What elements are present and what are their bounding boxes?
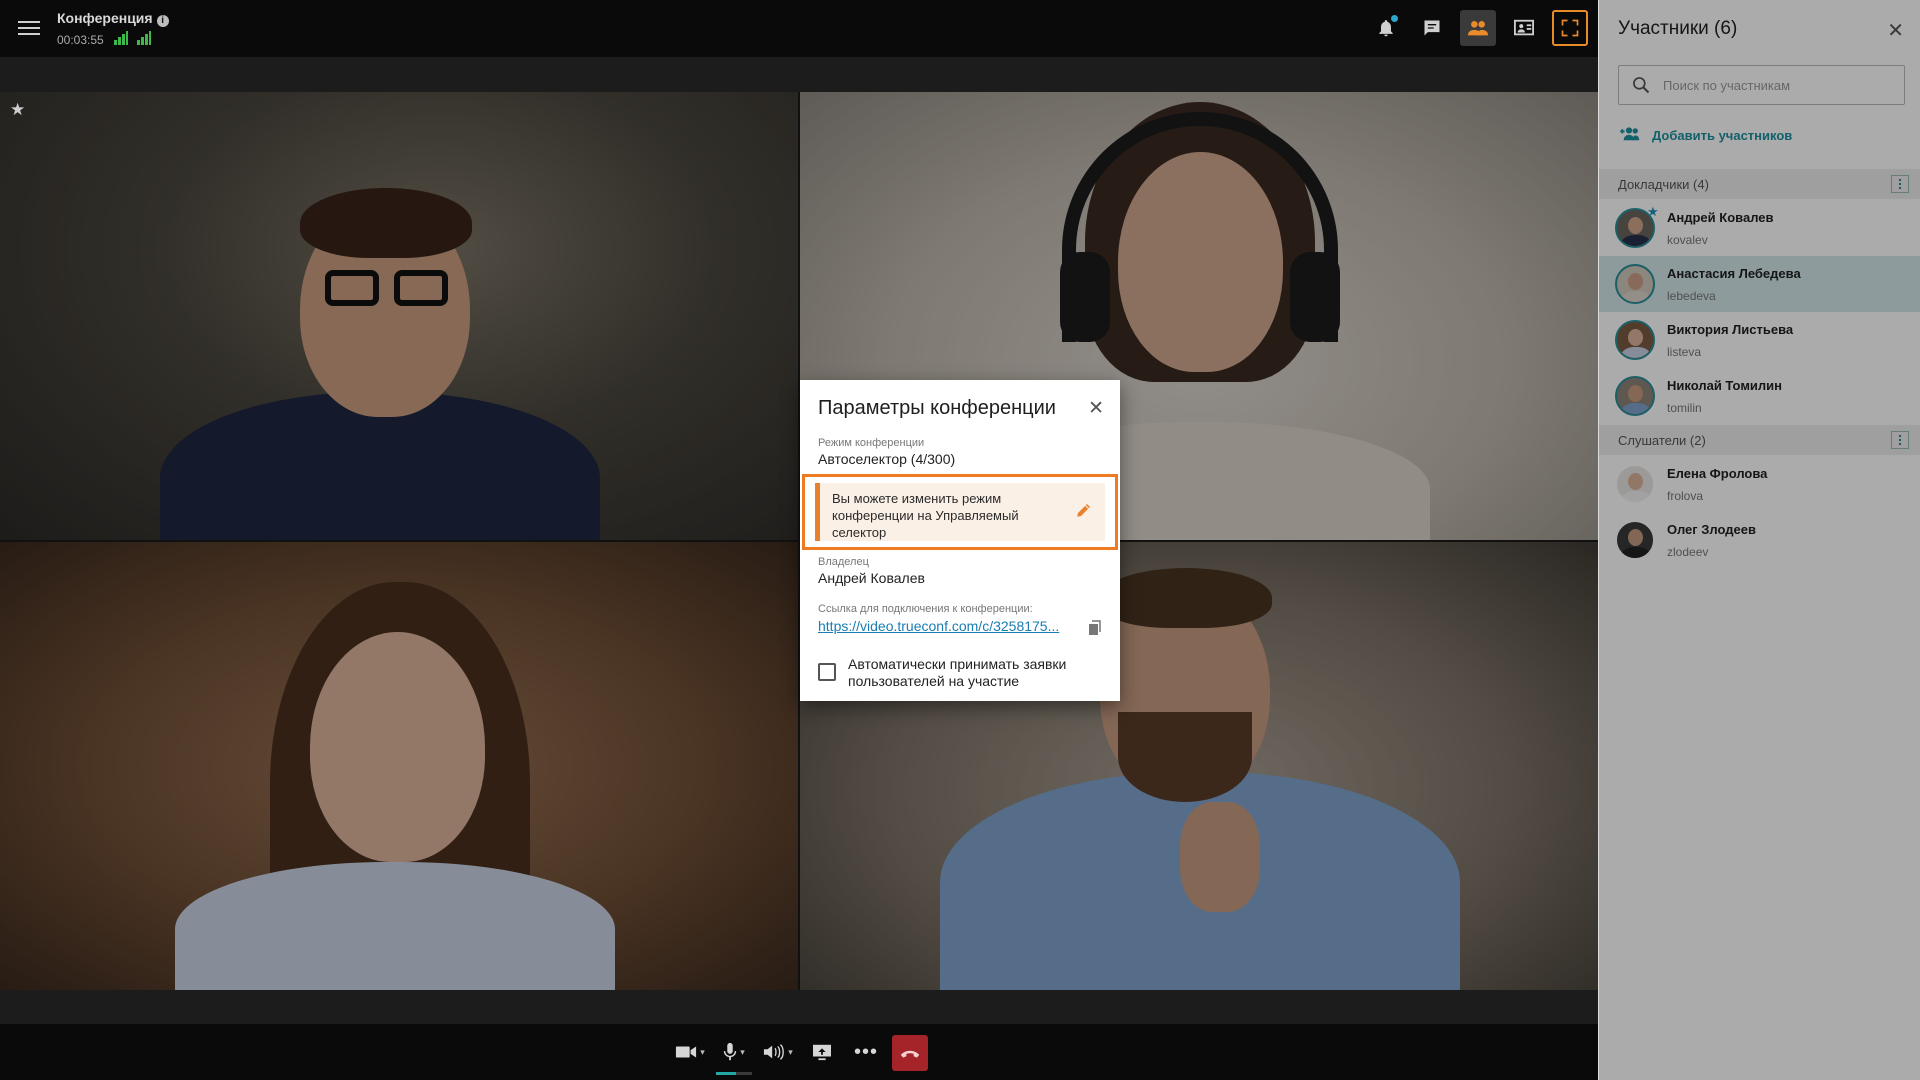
- conference-title: Конференция i: [57, 10, 169, 27]
- top-strip: [0, 57, 1598, 92]
- chat-icon[interactable]: [1414, 10, 1450, 46]
- search-input[interactable]: [1663, 77, 1893, 93]
- owner-label: Владелец: [818, 556, 869, 568]
- video-tile[interactable]: [0, 92, 798, 540]
- mode-change-hint: Вы можете изменить режим конференции на …: [815, 483, 1105, 541]
- call-timer: 00:03:55: [57, 33, 104, 47]
- link-label: Ссылка для подключения к конференции:: [818, 603, 1033, 615]
- dialog-title: Параметры конференции: [818, 397, 1056, 419]
- search-icon: [1619, 75, 1663, 95]
- participants-icon[interactable]: [1460, 10, 1496, 46]
- kebab-menu-icon[interactable]: [1891, 431, 1909, 449]
- layout-icon[interactable]: [1506, 10, 1542, 46]
- participant-login: tomilin: [1667, 401, 1702, 415]
- participant-name: Андрей Ковалев: [1667, 210, 1774, 225]
- conference-settings-dialog: Параметры конференции ✕ Режим конференци…: [800, 380, 1120, 701]
- add-user-icon: [1618, 126, 1640, 145]
- camera-icon[interactable]: ▾: [672, 1036, 708, 1068]
- participant-item[interactable]: Анастасия Лебедева lebedeva: [1599, 256, 1920, 312]
- participant-item[interactable]: Олег Злодеев zlodeev: [1599, 512, 1920, 568]
- signal-icon: [114, 31, 128, 45]
- screen-share-icon[interactable]: [804, 1036, 840, 1068]
- close-icon[interactable]: ✕: [1887, 18, 1904, 43]
- listeners-section-header: Слушатели (2): [1599, 425, 1920, 455]
- chevron-down-icon[interactable]: ▾: [788, 1047, 793, 1058]
- avatar: [1615, 376, 1655, 416]
- participant-item[interactable]: Виктория Листьева listeva: [1599, 312, 1920, 368]
- chevron-down-icon[interactable]: ▾: [700, 1047, 705, 1058]
- mode-label: Режим конференции: [818, 437, 925, 449]
- signal-icon: [137, 31, 151, 45]
- participant-item[interactable]: Елена Фролова frolova: [1599, 456, 1920, 512]
- participant-name: Олег Злодеев: [1667, 522, 1756, 537]
- hint-highlight: Вы можете изменить режим конференции на …: [802, 474, 1118, 550]
- hangup-icon[interactable]: [892, 1035, 928, 1071]
- search-box: [1618, 65, 1905, 105]
- copy-icon[interactable]: [1088, 620, 1102, 641]
- participant-login: kovalev: [1667, 233, 1708, 247]
- speaker-icon[interactable]: ▾: [760, 1036, 796, 1068]
- participant-item[interactable]: ★ Андрей Ковалев kovalev: [1599, 200, 1920, 256]
- conference-title-text: Конференция: [57, 10, 153, 26]
- notification-dot: [1391, 15, 1398, 22]
- auto-accept-label: Автоматически принимать заявки пользоват…: [848, 656, 1067, 689]
- avatar: [1615, 520, 1655, 560]
- chevron-down-icon[interactable]: ▾: [740, 1047, 745, 1058]
- participant-name: Елена Фролова: [1667, 466, 1768, 481]
- add-participants-button[interactable]: Добавить участников: [1618, 126, 1792, 145]
- participant-login: listeva: [1667, 345, 1702, 359]
- participants-panel: Участники (6) ✕ Добавить участников Докл…: [1598, 0, 1920, 1080]
- avatar: [1615, 264, 1655, 304]
- panel-title: Участники (6): [1618, 18, 1738, 39]
- info-icon[interactable]: i: [156, 15, 169, 27]
- conference-link[interactable]: https://video.trueconf.com/c/3258175...: [818, 618, 1080, 634]
- call-area: Конференция i 00:03:55 ★ ▾ ▾ ▾ •••: [0, 0, 1598, 1080]
- microphone-icon[interactable]: ▾: [716, 1036, 752, 1068]
- participant-name: Николай Томилин: [1667, 378, 1783, 393]
- owner-star-icon: ★: [1647, 204, 1659, 219]
- call-controls: ▾ ▾ ▾ •••: [0, 1024, 1598, 1080]
- avatar: [1615, 320, 1655, 360]
- microphone-level-indicator: [716, 1072, 752, 1075]
- star-icon[interactable]: ★: [10, 100, 25, 120]
- menu-icon[interactable]: [18, 18, 40, 38]
- participant-login: frolova: [1667, 489, 1704, 503]
- participant-name: Виктория Листьева: [1667, 322, 1794, 337]
- avatar: [1615, 464, 1655, 504]
- hint-text: Вы можете изменить режим конференции на …: [832, 491, 1019, 540]
- video-dim-overlay: [0, 542, 798, 990]
- speakers-section-header: Докладчики (4): [1599, 169, 1920, 199]
- more-icon[interactable]: •••: [848, 1036, 884, 1068]
- mode-value: Автоселектор (4/300): [818, 451, 956, 467]
- edit-icon[interactable]: [1075, 501, 1093, 524]
- listeners-header-label: Слушатели (2): [1618, 432, 1706, 448]
- close-icon[interactable]: ✕: [1088, 397, 1104, 420]
- owner-value: Андрей Ковалев: [818, 570, 925, 586]
- video-dim-overlay: [0, 92, 798, 540]
- participant-name: Анастасия Лебедева: [1667, 266, 1801, 281]
- bell-icon[interactable]: [1368, 10, 1404, 46]
- participant-login: lebedeva: [1667, 289, 1716, 303]
- speakers-header-label: Докладчики (4): [1618, 176, 1709, 192]
- video-tile[interactable]: [0, 542, 798, 990]
- kebab-menu-icon[interactable]: [1891, 175, 1909, 193]
- top-bar: Конференция i 00:03:55: [0, 0, 1598, 57]
- bottom-strip: [0, 990, 1598, 1024]
- participant-item[interactable]: Николай Томилин tomilin: [1599, 368, 1920, 424]
- add-participants-label: Добавить участников: [1652, 128, 1793, 143]
- participant-login: zlodeev: [1667, 545, 1709, 559]
- auto-accept-checkbox[interactable]: [818, 663, 836, 681]
- fullscreen-icon[interactable]: [1552, 10, 1588, 46]
